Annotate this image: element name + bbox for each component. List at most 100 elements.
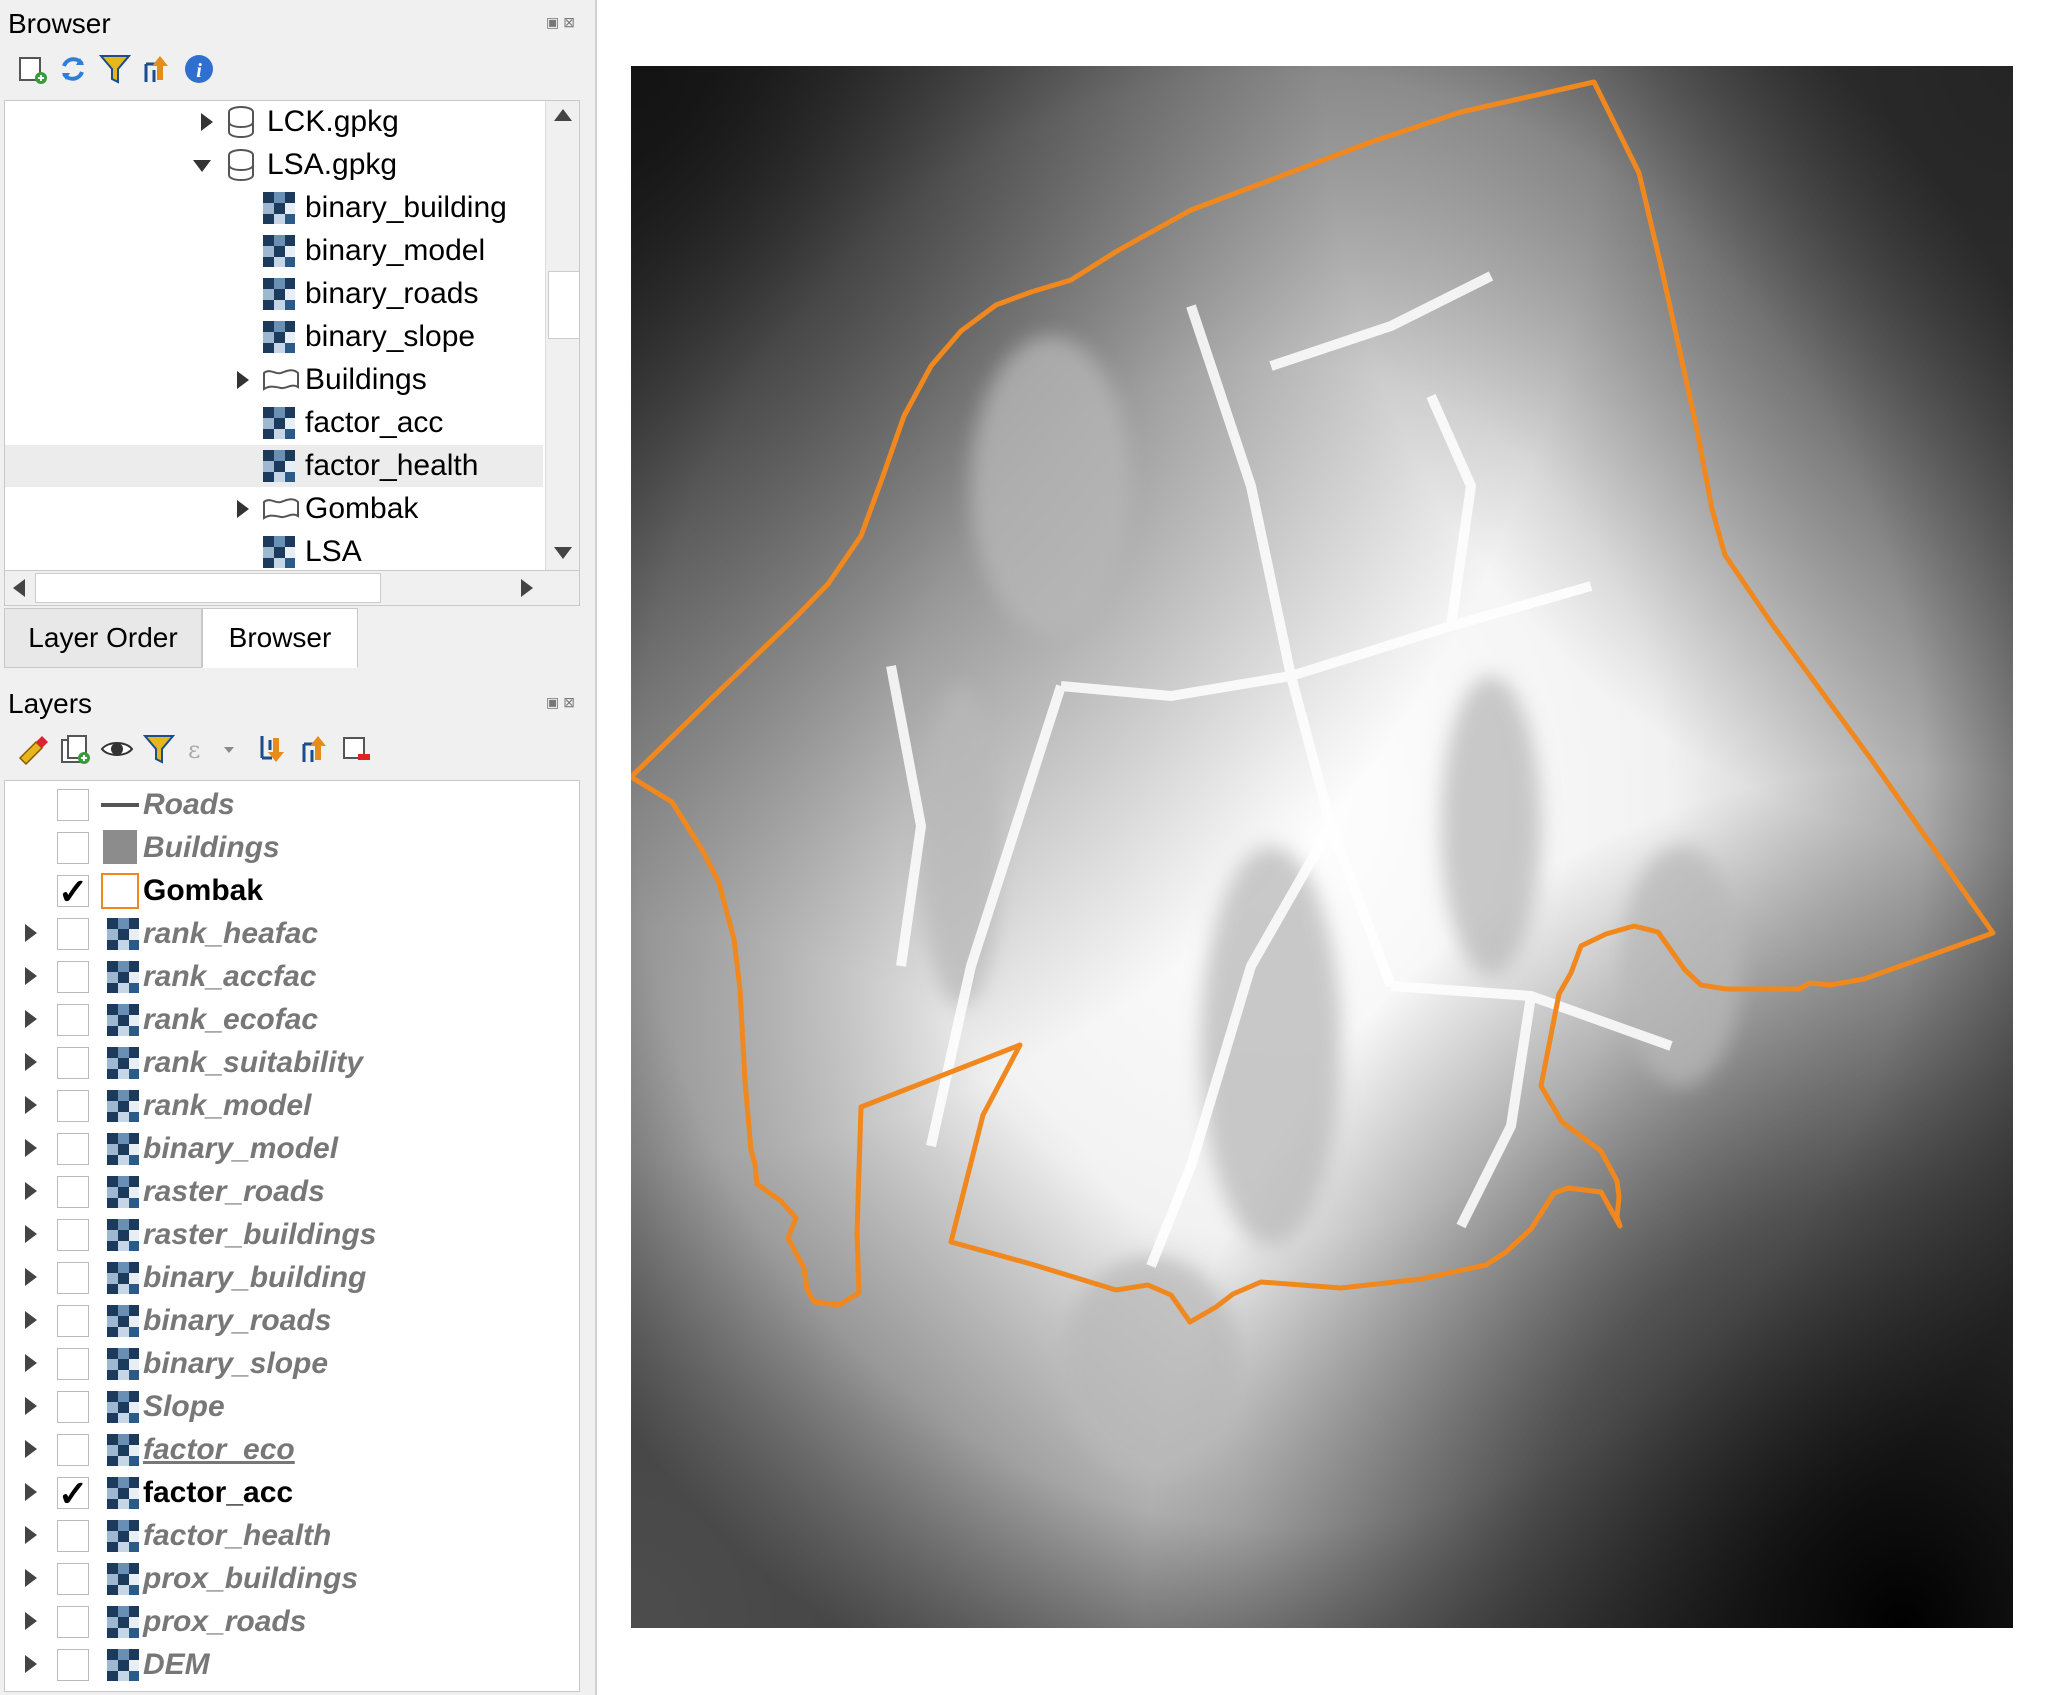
- layer-item-binary-slope[interactable]: binary_slope: [5, 1342, 579, 1385]
- layer-visibility-checkbox[interactable]: [57, 1133, 89, 1165]
- layer-item-binary-roads[interactable]: binary_roads: [5, 1299, 579, 1342]
- map-canvas-area[interactable]: [595, 0, 2052, 1695]
- layer-visibility-checkbox[interactable]: [57, 789, 89, 821]
- map-canvas[interactable]: [631, 66, 2013, 1628]
- expand-arrow-icon[interactable]: [25, 1354, 37, 1372]
- expand-arrow-icon[interactable]: [25, 1010, 37, 1028]
- expand-all-icon[interactable]: [256, 732, 290, 766]
- scroll-thumb[interactable]: [35, 573, 381, 603]
- layer-visibility-checkbox[interactable]: [57, 1563, 89, 1595]
- layer-visibility-checkbox[interactable]: [57, 1434, 89, 1466]
- layer-visibility-checkbox[interactable]: [57, 961, 89, 993]
- layer-item-slope[interactable]: Slope: [5, 1385, 579, 1428]
- scroll-down-icon[interactable]: [554, 547, 572, 559]
- layer-visibility-checkbox[interactable]: [57, 1649, 89, 1681]
- tab-layer-order[interactable]: Layer Order: [4, 608, 202, 668]
- layer-item-raster-roads[interactable]: raster_roads: [5, 1170, 579, 1213]
- collapse-all-icon[interactable]: [140, 52, 174, 86]
- visibility-icon[interactable]: [100, 732, 134, 766]
- expand-arrow-icon[interactable]: [25, 1182, 37, 1200]
- add-group-icon[interactable]: [58, 732, 92, 766]
- layer-visibility-checkbox[interactable]: [57, 1391, 89, 1423]
- layer-visibility-checkbox[interactable]: [57, 1472, 89, 1515]
- scroll-thumb[interactable]: [548, 271, 579, 339]
- layer-item-factor-acc[interactable]: factor_acc: [5, 1471, 579, 1515]
- expand-arrow-icon[interactable]: [25, 1268, 37, 1286]
- scroll-right-icon[interactable]: [521, 579, 533, 597]
- tree-item-binary-slope[interactable]: binary_slope: [5, 316, 543, 358]
- tree-item-binary-roads[interactable]: binary_roads: [5, 273, 543, 315]
- layer-item-gombak[interactable]: Gombak: [5, 869, 579, 913]
- layer-visibility-checkbox[interactable]: [57, 1262, 89, 1294]
- layer-item-factor-eco[interactable]: factor_eco: [5, 1428, 579, 1471]
- expand-arrow-icon[interactable]: [25, 1526, 37, 1544]
- expand-arrow-icon[interactable]: [25, 924, 37, 942]
- tree-item-factor-health[interactable]: factor_health: [5, 445, 543, 487]
- tree-item-binary-model[interactable]: binary_model: [5, 230, 543, 272]
- filter-icon[interactable]: [98, 52, 132, 86]
- expand-arrow-icon[interactable]: [25, 1440, 37, 1458]
- layer-visibility-checkbox[interactable]: [57, 832, 89, 864]
- expand-arrow-icon[interactable]: [25, 1612, 37, 1630]
- scroll-left-icon[interactable]: [13, 579, 25, 597]
- browser-tree[interactable]: LCK.gpkg LSA.gpkg binary_building binary…: [4, 100, 580, 572]
- layer-item-buildings[interactable]: Buildings: [5, 826, 579, 869]
- expression-filter-icon[interactable]: ε: [186, 732, 236, 766]
- layer-item-rank-model[interactable]: rank_model: [5, 1084, 579, 1127]
- expand-arrow-icon[interactable]: [201, 113, 213, 131]
- expand-arrow-icon[interactable]: [25, 1483, 37, 1501]
- add-layer-icon[interactable]: [16, 52, 50, 86]
- layer-visibility-checkbox[interactable]: [57, 1219, 89, 1251]
- browser-horizontal-scrollbar[interactable]: [4, 570, 580, 606]
- expand-arrow-icon[interactable]: [237, 371, 249, 389]
- expand-arrow-icon[interactable]: [25, 1655, 37, 1673]
- layer-visibility-checkbox[interactable]: [57, 1348, 89, 1380]
- layer-item-binary-model[interactable]: binary_model: [5, 1127, 579, 1170]
- expand-arrow-icon[interactable]: [25, 1569, 37, 1587]
- layer-visibility-checkbox[interactable]: [57, 1606, 89, 1638]
- tab-browser[interactable]: Browser: [202, 608, 358, 668]
- refresh-icon[interactable]: [56, 52, 90, 86]
- remove-layer-icon[interactable]: [340, 732, 374, 766]
- layer-visibility-checkbox[interactable]: [57, 918, 89, 950]
- expand-arrow-icon[interactable]: [25, 1311, 37, 1329]
- style-icon[interactable]: [16, 732, 50, 766]
- layer-item-rank-heafac[interactable]: rank_heafac: [5, 912, 579, 955]
- expand-arrow-icon[interactable]: [25, 1096, 37, 1114]
- layer-item-roads[interactable]: Roads: [5, 783, 579, 826]
- layer-visibility-checkbox[interactable]: [57, 870, 89, 913]
- expand-arrow-icon[interactable]: [25, 967, 37, 985]
- collapse-arrow-icon[interactable]: [193, 160, 211, 172]
- browser-dock-buttons[interactable]: ▣⊠: [546, 14, 579, 31]
- expand-arrow-icon[interactable]: [25, 1225, 37, 1243]
- expand-arrow-icon[interactable]: [25, 1139, 37, 1157]
- browser-vertical-scrollbar[interactable]: [545, 101, 579, 571]
- layer-visibility-checkbox[interactable]: [57, 1047, 89, 1079]
- info-icon[interactable]: i: [182, 52, 216, 86]
- tree-item-lsa-gpkg[interactable]: LSA.gpkg: [5, 144, 543, 186]
- layer-visibility-checkbox[interactable]: [57, 1004, 89, 1036]
- layers-tree[interactable]: Roads Buildings Gombak rank_heafac rank_…: [4, 780, 580, 1692]
- tree-item-lsa[interactable]: LSA: [5, 531, 543, 571]
- layer-item-prox-buildings[interactable]: prox_buildings: [5, 1557, 579, 1600]
- layer-item-binary-building[interactable]: binary_building: [5, 1256, 579, 1299]
- layer-visibility-checkbox[interactable]: [57, 1520, 89, 1552]
- filter-icon[interactable]: [142, 732, 176, 766]
- layer-item-rank-suitability[interactable]: rank_suitability: [5, 1041, 579, 1084]
- scroll-up-icon[interactable]: [554, 109, 572, 121]
- collapse-all-icon[interactable]: [298, 732, 332, 766]
- expand-arrow-icon[interactable]: [25, 1053, 37, 1071]
- layers-dock-buttons[interactable]: ▣⊠: [546, 694, 579, 711]
- layer-item-dem[interactable]: DEM: [5, 1643, 579, 1686]
- layer-visibility-checkbox[interactable]: [57, 1176, 89, 1208]
- tree-item-gombak[interactable]: Gombak: [5, 488, 543, 530]
- layer-item-raster-buildings[interactable]: raster_buildings: [5, 1213, 579, 1256]
- expand-arrow-icon[interactable]: [25, 1397, 37, 1415]
- layer-item-prox-roads[interactable]: prox_roads: [5, 1600, 579, 1643]
- layer-item-rank-ecofac[interactable]: rank_ecofac: [5, 998, 579, 1041]
- tree-item-factor-acc[interactable]: factor_acc: [5, 402, 543, 444]
- layer-item-rank-accfac[interactable]: rank_accfac: [5, 955, 579, 998]
- tree-item-binary-building[interactable]: binary_building: [5, 187, 543, 229]
- tree-item-buildings[interactable]: Buildings: [5, 359, 543, 401]
- layer-visibility-checkbox[interactable]: [57, 1305, 89, 1337]
